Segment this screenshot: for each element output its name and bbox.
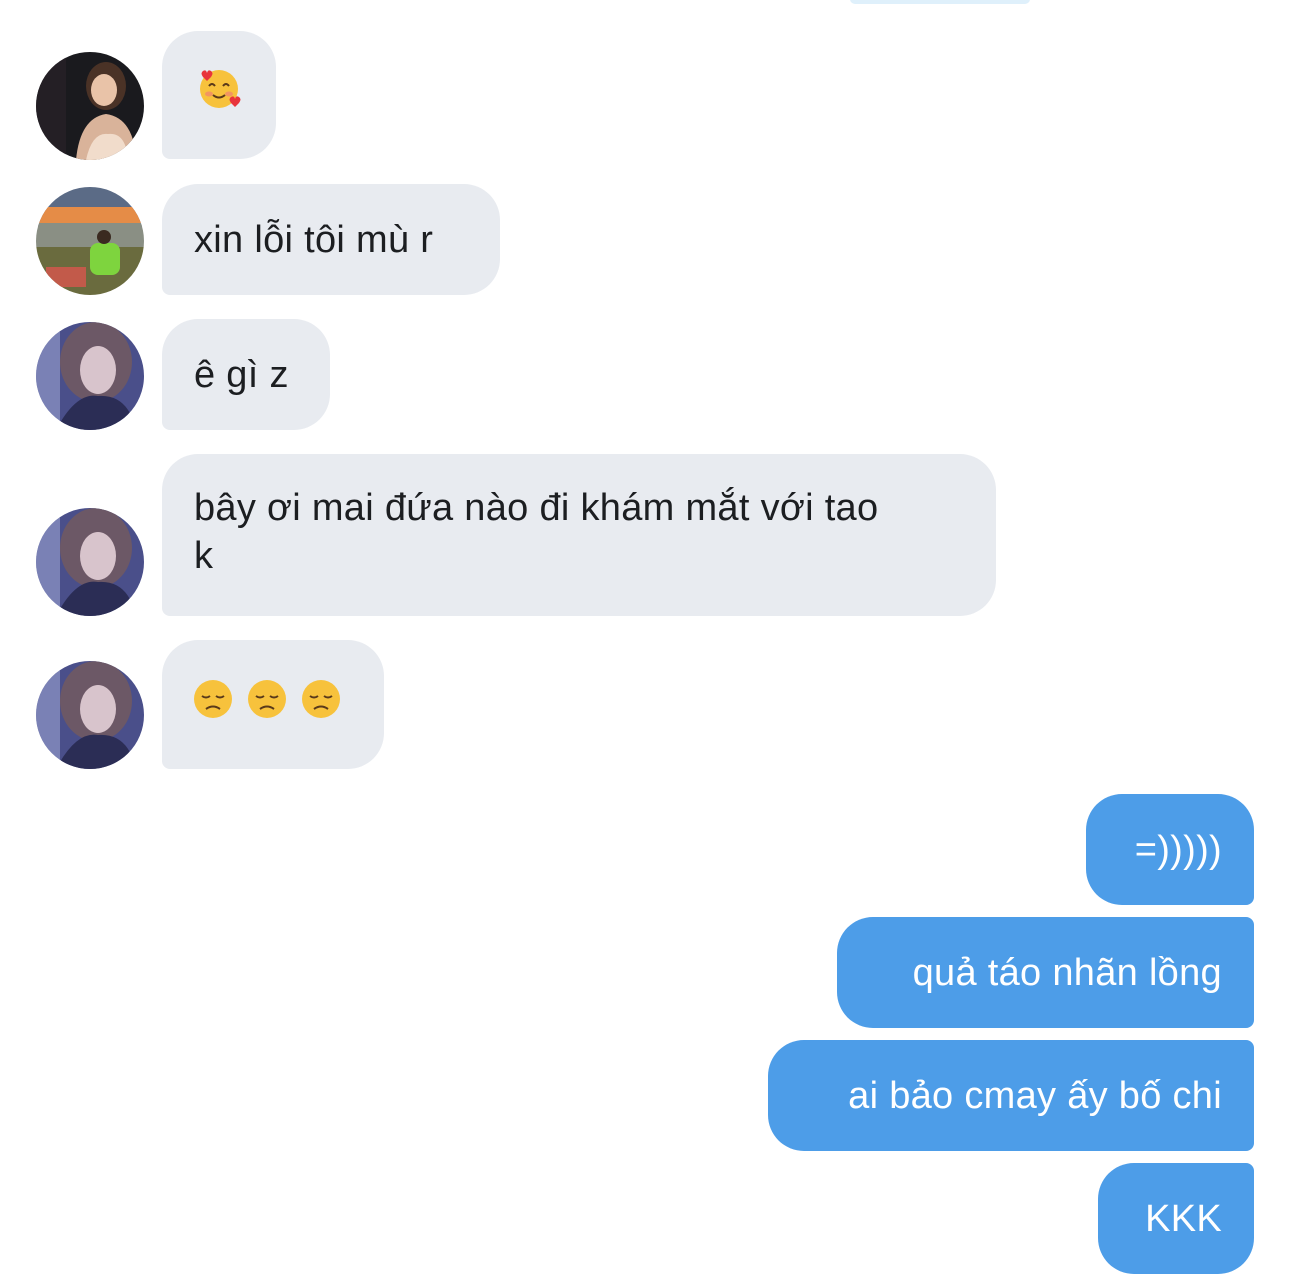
avatar-sender-3[interactable]: [36, 661, 144, 769]
avatar-sender-2[interactable]: [36, 187, 144, 295]
message-text: xin lỗi tôi mù r: [194, 219, 434, 261]
message-text: KKK: [1145, 1198, 1222, 1240]
message-text-line: k: [194, 535, 214, 577]
message-bubble-incoming[interactable]: [162, 31, 276, 159]
message-text: quả táo nhãn lồng: [912, 952, 1222, 994]
disappointed-face-icon: [192, 678, 234, 732]
message-bubble-incoming[interactable]: ê gì z: [162, 319, 330, 430]
message-text: ê gì z: [194, 354, 289, 396]
avatar-sender-1[interactable]: [36, 52, 144, 160]
avatar-sender-3[interactable]: [36, 322, 144, 430]
disappointed-face-icon: [300, 678, 342, 732]
smiling-face-with-hearts-icon: [197, 67, 241, 123]
message-bubble-outgoing[interactable]: =))))): [1086, 794, 1254, 905]
previous-message-edge: [850, 0, 1030, 4]
message-bubble-incoming[interactable]: xin lỗi tôi mù r: [162, 184, 500, 295]
disappointed-face-icon: [246, 678, 288, 732]
message-bubble-incoming[interactable]: bây ơi mai đứa nào đi khám mắt với tao k: [162, 454, 996, 616]
message-text: =))))): [1134, 829, 1222, 871]
message-bubble-outgoing[interactable]: quả táo nhãn lồng: [837, 917, 1254, 1028]
avatar-sender-3[interactable]: [36, 508, 144, 616]
message-bubble-outgoing[interactable]: KKK: [1098, 1163, 1254, 1274]
message-bubble-incoming[interactable]: [162, 640, 384, 769]
message-bubble-outgoing[interactable]: ai bảo cmay ấy bố chi: [768, 1040, 1254, 1151]
message-text-line: bây ơi mai đứa nào đi khám mắt với tao: [194, 487, 879, 529]
message-text: ai bảo cmay ấy bố chi: [848, 1075, 1222, 1117]
